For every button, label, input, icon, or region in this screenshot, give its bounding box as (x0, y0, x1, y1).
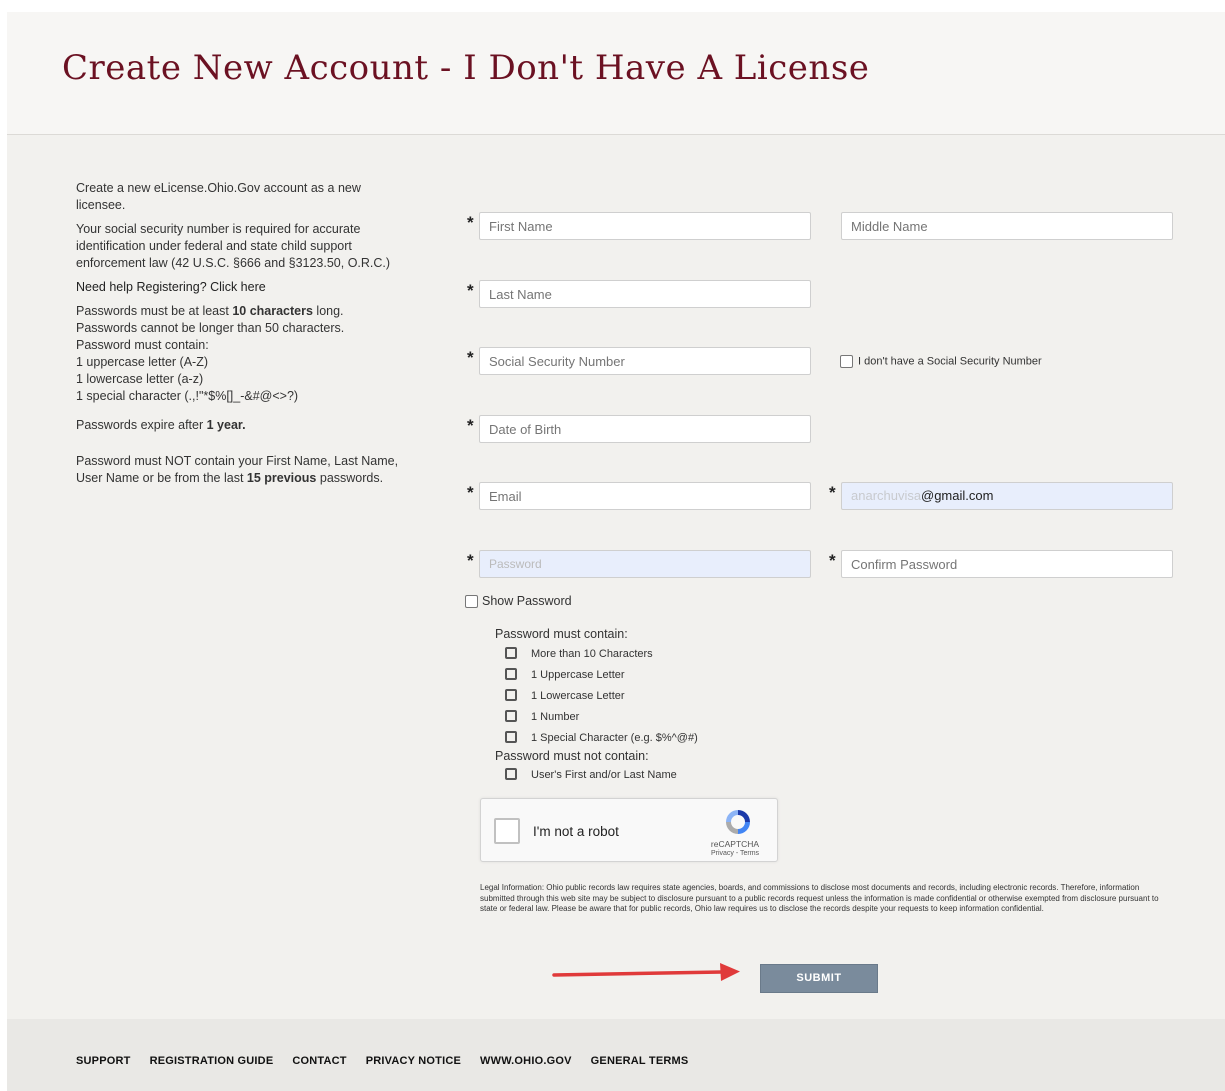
rule-item: 1 Uppercase Letter (495, 665, 698, 686)
confirm-password-input[interactable] (841, 550, 1173, 578)
help-register-link[interactable]: Need help Registering? Click here (76, 279, 406, 296)
submit-button[interactable]: SUBMIT (760, 964, 878, 993)
email-input[interactable] (479, 482, 811, 510)
page-header: Create New Account - I Don't Have A Lice… (7, 12, 1225, 135)
footer-link-registration-guide[interactable]: REGISTRATION GUIDE (150, 1055, 274, 1067)
pw-special-line: 1 special character (.,!"*$%[]_-&#@<>?) (76, 389, 299, 403)
recaptcha-checkbox[interactable] (494, 818, 520, 844)
required-marker: * (467, 281, 474, 300)
intro-text: Create a new eLicense.Ohio.Gov account a… (76, 181, 361, 212)
required-marker: * (829, 483, 836, 502)
middle-name-input[interactable] (841, 212, 1173, 240)
show-password-label: Show Password (482, 594, 572, 608)
footer-link-contact[interactable]: CONTACT (292, 1055, 346, 1067)
legal-information: Legal Information: Ohio public records l… (480, 883, 1159, 913)
confirm-email-input[interactable]: anarchuvisa @gmail.com (841, 482, 1173, 510)
password-rules-checklist: Password must contain: More than 10 Char… (495, 627, 698, 786)
must-contain-heading: Password must contain: (495, 627, 628, 641)
last-name-input[interactable] (479, 280, 811, 308)
no-ssn-checkbox[interactable] (840, 355, 853, 368)
pw-lower-line: 1 lowercase letter (a-z) (76, 372, 204, 386)
required-marker: * (467, 213, 474, 232)
recaptcha-brand: reCAPTCHA (710, 839, 760, 849)
rule-status-icon (505, 689, 517, 702)
annotation-arrow-icon (552, 963, 740, 981)
rule-status-icon (505, 710, 517, 723)
footer-link-ohio-gov[interactable]: WWW.OHIO.GOV (480, 1055, 572, 1067)
rule-item: 1 Lowercase Letter (495, 686, 698, 707)
no-ssn-label: I don't have a Social Security Number (858, 355, 1042, 368)
footer-link-support[interactable]: SUPPORT (76, 1055, 131, 1067)
ssn-input[interactable] (479, 347, 811, 375)
recaptcha-logo-icon (726, 810, 750, 834)
rule-status-icon (505, 768, 517, 781)
pw-length-line: Passwords must be at least 10 characters… (76, 304, 344, 318)
date-of-birth-input[interactable] (479, 415, 811, 443)
footer-link-general-terms[interactable]: GENERAL TERMS (591, 1055, 689, 1067)
pw-max-line: Passwords cannot be longer than 50 chara… (76, 321, 345, 335)
ssn-note: Your social security number is required … (76, 222, 391, 270)
required-marker: * (467, 551, 474, 570)
confirm-email-ghost-text: anarchuvisa (851, 488, 922, 503)
required-marker: * (467, 483, 474, 502)
info-panel: Create a new eLicense.Ohio.Gov account a… (76, 180, 406, 494)
show-password-option[interactable]: Show Password (465, 594, 572, 609)
password-value: Password (489, 557, 542, 571)
pw-contain-line: Password must contain: (76, 338, 209, 352)
must-not-contain-heading: Password must not contain: (495, 749, 649, 763)
page-title: Create New Account - I Don't Have A Lice… (62, 48, 870, 88)
footer-links: SUPPORT REGISTRATION GUIDE CONTACT PRIVA… (76, 1055, 707, 1067)
password-requirements-text: Passwords must be at least 10 characters… (76, 303, 406, 405)
rule-status-icon (505, 647, 517, 660)
rule-status-icon (505, 731, 517, 744)
required-marker: * (829, 551, 836, 570)
footer-link-privacy-notice[interactable]: PRIVACY NOTICE (366, 1055, 461, 1067)
password-input[interactable]: Password (479, 550, 811, 578)
first-name-input[interactable] (479, 212, 811, 240)
no-ssn-option[interactable]: I don't have a Social Security Number (840, 355, 1042, 368)
recaptcha-widget: I'm not a robot reCAPTCHA Privacy - Term… (480, 798, 778, 862)
recaptcha-terms-link[interactable]: Privacy - Terms (701, 850, 769, 857)
pw-upper-line: 1 uppercase letter (A-Z) (76, 355, 208, 369)
rule-item: 1 Special Character (e.g. $%^@#) (495, 728, 698, 749)
rule-item: 1 Number (495, 707, 698, 728)
pw-expire-line: Passwords expire after 1 year. (76, 418, 246, 432)
rule-status-icon (505, 668, 517, 681)
show-password-checkbox[interactable] (465, 595, 478, 609)
rule-item: User's First and/or Last Name (495, 765, 698, 786)
required-marker: * (467, 348, 474, 367)
pw-not-contain-note: Password must NOT contain your First Nam… (76, 454, 399, 485)
required-marker: * (467, 416, 474, 435)
page-footer: SUPPORT REGISTRATION GUIDE CONTACT PRIVA… (7, 1019, 1225, 1091)
recaptcha-label: I'm not a robot (533, 824, 619, 839)
rule-item: More than 10 Characters (495, 644, 698, 665)
